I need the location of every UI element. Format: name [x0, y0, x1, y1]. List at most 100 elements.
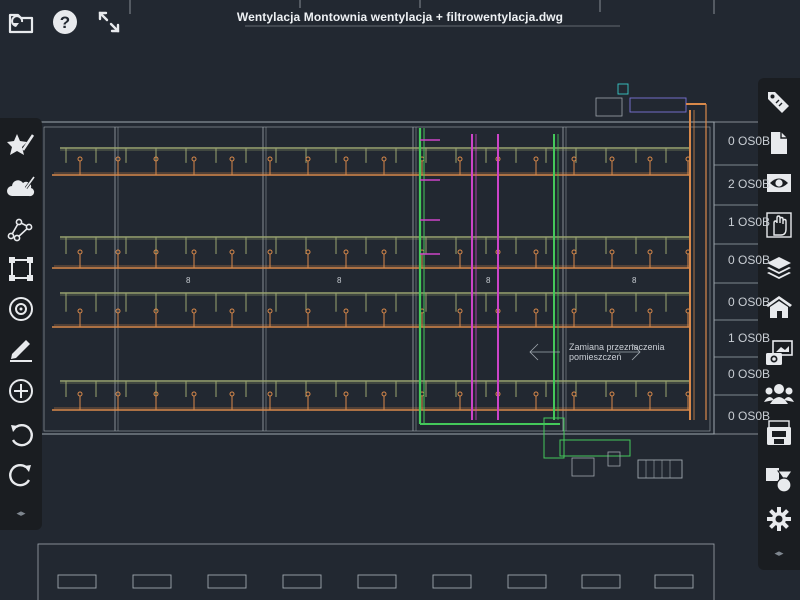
diffuser	[191, 249, 197, 255]
cloud-markup-tool[interactable]	[3, 170, 39, 204]
window-symbol	[357, 574, 397, 589]
note-arrow-left	[529, 343, 560, 361]
room-label: 0 OS0B	[728, 409, 771, 423]
diffuser	[77, 156, 83, 162]
polyline-tool[interactable]	[3, 212, 39, 246]
pencil-tool[interactable]	[3, 332, 39, 366]
diffuser	[571, 156, 577, 162]
cell-mark: 8	[186, 276, 191, 285]
diffuser	[381, 391, 387, 397]
window-symbol	[132, 574, 172, 589]
cell-mark: 8	[337, 276, 342, 285]
equipment-box	[629, 97, 687, 113]
help-icon: ?	[53, 10, 77, 34]
diffuser	[267, 308, 273, 314]
diffuser	[533, 156, 539, 162]
building-outline	[39, 121, 715, 435]
fit-view-button[interactable]	[94, 7, 124, 37]
diffuser	[305, 308, 311, 314]
folder-back-icon	[8, 13, 34, 34]
smart-pen-tool[interactable]	[3, 128, 39, 162]
rectangle-tool[interactable]	[3, 252, 39, 286]
add-tool[interactable]	[3, 374, 39, 408]
room-label: 2 OS0B	[728, 177, 771, 191]
diffuser	[77, 391, 83, 397]
diffuser	[191, 156, 197, 162]
diffuser	[533, 308, 539, 314]
settings-button[interactable]	[761, 502, 797, 536]
drawing-canvas[interactable]	[0, 0, 800, 600]
diffuser	[229, 308, 235, 314]
expand-icon	[98, 11, 120, 33]
svg-text:?: ?	[60, 13, 70, 32]
cell-mark: 8	[486, 276, 491, 285]
diffuser	[343, 156, 349, 162]
pencil-icon	[10, 340, 32, 362]
diffuser	[609, 249, 615, 255]
users-icon	[764, 384, 794, 404]
left-markup-toolbar: ◂▸	[0, 118, 42, 530]
collaboration-button[interactable]	[761, 376, 797, 410]
diffuser	[267, 249, 273, 255]
redo-icon	[9, 464, 31, 487]
window-symbol	[57, 574, 97, 589]
diffuser	[229, 249, 235, 255]
window-symbol	[432, 574, 472, 589]
diffuser	[457, 249, 463, 255]
diffuser	[647, 391, 653, 397]
cloud-markup-icon	[7, 175, 36, 197]
diffuser	[533, 249, 539, 255]
undo-button[interactable]	[3, 418, 39, 452]
room-label: 0 OS0B	[728, 253, 771, 267]
back-to-files-button[interactable]	[6, 7, 36, 37]
polyline-icon	[7, 218, 33, 242]
diffuser	[77, 308, 83, 314]
equipment-box	[571, 457, 595, 477]
diffuser	[77, 249, 83, 255]
room-label: 0 OS0B	[728, 367, 771, 381]
room-label: 1 OS0B	[728, 215, 771, 229]
tag-icon	[768, 92, 789, 113]
left-toolbar-resize-handle[interactable]: ◂▸	[0, 508, 42, 519]
settings-icon	[767, 507, 791, 531]
undo-icon	[11, 424, 33, 447]
rectangle-icon	[9, 257, 33, 281]
right-toolbar-resize-handle[interactable]: ◂▸	[758, 548, 800, 559]
equipment-box	[595, 97, 623, 117]
diffuser	[647, 249, 653, 255]
diffuser	[343, 308, 349, 314]
diffuser	[305, 156, 311, 162]
diffuser	[343, 249, 349, 255]
circle-icon	[9, 297, 33, 321]
diffuser	[191, 391, 197, 397]
circle-tool[interactable]	[3, 292, 39, 326]
diffuser	[533, 391, 539, 397]
window-symbol	[581, 574, 621, 589]
diffuser	[457, 156, 463, 162]
room-table	[713, 121, 763, 435]
building-inner-outline	[43, 126, 711, 432]
duct-connector	[559, 439, 631, 457]
diffuser	[457, 308, 463, 314]
diffuser	[305, 391, 311, 397]
diffuser	[457, 391, 463, 397]
help-button[interactable]: ?	[50, 7, 80, 37]
diffuser	[609, 308, 615, 314]
lower-building-outline	[37, 543, 715, 600]
diffuser	[647, 308, 653, 314]
diffuser	[609, 391, 615, 397]
window-symbol	[654, 574, 694, 589]
style-button[interactable]	[761, 462, 797, 496]
diffuser	[305, 249, 311, 255]
tag-button[interactable]	[761, 86, 797, 120]
diffuser	[571, 308, 577, 314]
drawing-note: Zamiana przeznaczenia pomieszczeń	[569, 342, 665, 362]
redo-button[interactable]	[3, 458, 39, 492]
diffuser	[381, 249, 387, 255]
diffuser	[609, 156, 615, 162]
window-symbol	[282, 574, 322, 589]
right-toolbar: ◂▸	[758, 78, 800, 570]
diffuser	[571, 249, 577, 255]
window-symbol	[507, 574, 547, 589]
smart-pen-icon	[7, 134, 35, 155]
